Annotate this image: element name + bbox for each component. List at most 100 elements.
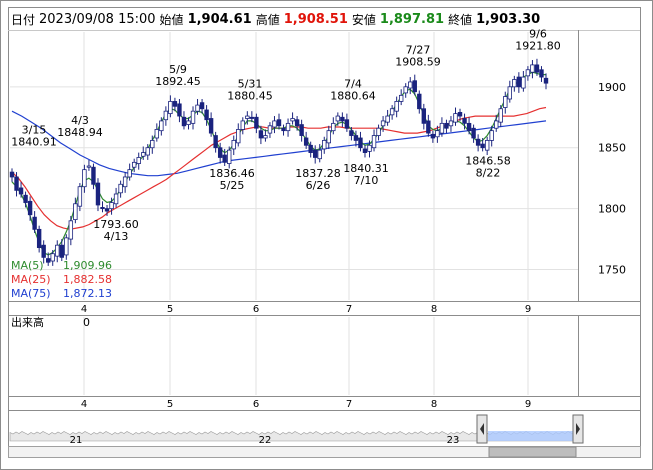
annotation-date: 8/22	[476, 167, 501, 180]
candle-body	[543, 77, 549, 84]
candle-body	[285, 122, 291, 132]
candle-body	[267, 125, 273, 134]
month-label: 5	[167, 399, 173, 410]
candle-body	[122, 176, 128, 188]
ma-legend-row: MA(5) 1,909.96	[11, 259, 112, 272]
candle-body	[380, 120, 386, 127]
candle-body	[516, 76, 522, 88]
candle-body	[55, 244, 60, 257]
candle-body	[466, 122, 472, 132]
candle-body	[131, 161, 137, 168]
candle-body	[222, 154, 227, 163]
candle-body	[371, 135, 377, 149]
high-value: 1,908.51	[283, 11, 348, 27]
candle-body	[272, 120, 277, 128]
candle-body	[313, 149, 318, 158]
ma-legend-value: 1,909.96	[63, 259, 112, 272]
candle-body	[199, 102, 205, 110]
candle-body	[294, 119, 300, 127]
open-label: 始値	[159, 12, 184, 27]
ma-legend-label: MA(25)	[11, 273, 51, 286]
candle-body	[208, 118, 214, 134]
y-tick-label: 1750	[598, 264, 626, 277]
candle-body	[159, 120, 164, 132]
month-label: 9	[525, 304, 531, 315]
month-axis-2	[8, 396, 641, 411]
ma-legend-row: MA(75) 1,872.13	[11, 287, 112, 300]
candle-body	[498, 108, 503, 123]
candle-body	[389, 108, 395, 116]
candle-body	[82, 169, 87, 188]
month-label: 8	[431, 304, 437, 315]
candle-body	[335, 115, 341, 122]
candle-body	[32, 216, 37, 230]
candle-body	[530, 64, 535, 73]
candle-body	[236, 129, 241, 144]
month-axis-1	[8, 301, 641, 316]
candle-body	[290, 118, 295, 122]
candle-body	[104, 208, 110, 212]
close-label: 終値	[448, 12, 473, 27]
candle-body	[317, 149, 322, 160]
low-value: 1,897.81	[379, 11, 445, 27]
candle-body	[489, 130, 494, 141]
month-label: 9	[525, 399, 531, 410]
month-label: 6	[253, 399, 259, 410]
candle-body	[145, 147, 150, 156]
y-tick-label: 1850	[598, 142, 626, 155]
month-label: 5	[167, 304, 173, 315]
candle-body	[181, 116, 187, 127]
annotation-value: 1908.59	[395, 55, 441, 68]
candle-body	[408, 81, 413, 89]
candle-body	[326, 130, 331, 144]
candle-body	[177, 103, 182, 117]
volume-label: 出来高	[11, 315, 44, 329]
candle-body	[95, 182, 101, 206]
annotation-value: 1848.94	[57, 126, 103, 139]
candle-body	[190, 110, 196, 124]
annotation-date: 5/25	[220, 179, 245, 192]
candle-body	[245, 115, 250, 119]
candle-body	[172, 101, 178, 107]
candle-body	[480, 143, 485, 149]
candle-body	[217, 147, 223, 158]
volume-value: 0	[83, 316, 90, 329]
ma-legend-value: 1,882.58	[63, 273, 112, 286]
chart-frame: 1750180018501900 3/151840.914/31848.9417…	[0, 0, 653, 470]
annotation-value: 1880.64	[330, 89, 376, 102]
candle-body	[109, 202, 114, 210]
candle-body	[299, 124, 304, 136]
candle-body	[231, 140, 236, 150]
candle-body	[376, 127, 381, 136]
candle-body	[439, 122, 445, 134]
candle-body	[475, 138, 481, 146]
candle-body	[525, 69, 531, 77]
candle-body	[118, 183, 123, 194]
candle-body	[150, 140, 155, 149]
candle-body	[213, 135, 218, 149]
annotation-value: 1840.91	[11, 136, 57, 149]
candle-body	[254, 116, 259, 129]
candle-body	[168, 101, 173, 115]
candle-body	[430, 133, 436, 139]
y-tick-label: 1900	[598, 81, 626, 94]
navigator-label: 21	[70, 435, 83, 446]
candle-body	[91, 166, 96, 185]
candle-body	[240, 120, 245, 130]
annotation-date: 7/10	[354, 174, 379, 187]
candle-body	[448, 120, 454, 127]
candle-body	[258, 130, 264, 139]
candle-body	[100, 207, 105, 210]
candle-body	[507, 86, 512, 100]
candle-body	[358, 137, 363, 149]
annotation-date: 6/26	[306, 179, 331, 192]
candle-body	[127, 169, 132, 178]
navigator-scroll-thumb[interactable]	[488, 446, 577, 458]
candle-body	[73, 203, 78, 221]
month-label: 7	[346, 399, 352, 410]
annotation-value: 1892.45	[155, 75, 201, 88]
candle-body	[534, 64, 540, 73]
month-label: 8	[431, 399, 437, 410]
candle-body	[403, 86, 408, 94]
month-label: 7	[346, 304, 352, 315]
